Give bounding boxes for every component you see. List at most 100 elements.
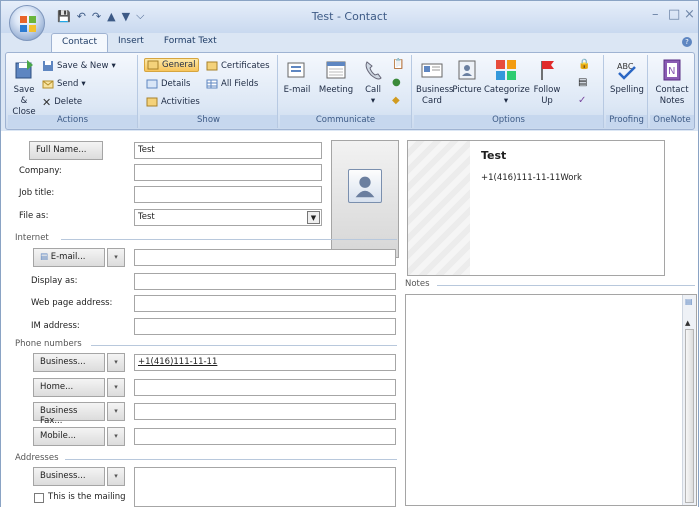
contact-form: Full Name... Test Company: Job title: Fi… bbox=[1, 131, 698, 507]
company-label: Company: bbox=[19, 166, 62, 176]
home-phone-button[interactable]: Home... bbox=[33, 378, 105, 397]
contact-notes-button[interactable]: N Contact Notes bbox=[652, 57, 692, 107]
details-button[interactable]: Details bbox=[146, 77, 190, 91]
contact-photo-icon bbox=[348, 169, 382, 203]
certificates-button[interactable]: Certificates bbox=[206, 59, 270, 73]
email-field[interactable] bbox=[134, 249, 396, 266]
chevron-down-icon: ▾ bbox=[111, 61, 116, 71]
full-name-button[interactable]: Full Name... bbox=[29, 141, 103, 160]
mailing-address-label: This is the mailing bbox=[48, 492, 126, 502]
email-label: E-mail bbox=[283, 85, 311, 95]
web-page-icon[interactable]: ● bbox=[392, 77, 401, 88]
delete-button[interactable]: ✕ Delete bbox=[42, 95, 82, 109]
send-icon bbox=[42, 80, 54, 89]
categorize-button[interactable]: Categorize ▾ bbox=[484, 57, 530, 107]
business-card-button[interactable]: Business Card bbox=[416, 57, 453, 107]
save-new-button[interactable]: Save & New ▾ bbox=[42, 59, 116, 73]
home-phone-field[interactable] bbox=[134, 379, 396, 396]
title-bar: 💾 ↶ ↷ ▲ ▼ ⌵ Test - Contact – □ × bbox=[1, 1, 698, 33]
scroll-thumb[interactable] bbox=[685, 329, 694, 503]
categorize-icon bbox=[496, 60, 516, 80]
display-as-field[interactable] bbox=[134, 273, 396, 290]
assign-task-icon[interactable]: 📋 bbox=[392, 59, 404, 70]
tab-contact[interactable]: Contact bbox=[51, 33, 109, 53]
send-label: Send bbox=[57, 79, 79, 89]
business-card-preview[interactable]: Test +1(416)111-11-11Work bbox=[407, 140, 665, 276]
contact-photo-button[interactable] bbox=[331, 140, 399, 258]
save-close-button[interactable]: Save & Close bbox=[10, 57, 38, 118]
spelling-button[interactable]: ABC Spelling bbox=[608, 57, 646, 96]
group-onenote: N Contact Notes OneNote bbox=[650, 55, 694, 128]
help-icon[interactable]: ? bbox=[682, 37, 692, 47]
meeting-icon bbox=[326, 61, 346, 79]
group-label-show: Show bbox=[140, 115, 277, 128]
business-fax-dropdown[interactable]: ▾ bbox=[107, 402, 125, 421]
picture-button[interactable]: Picture bbox=[452, 57, 482, 96]
save-new-icon bbox=[43, 61, 53, 71]
im-address-field[interactable] bbox=[134, 318, 396, 335]
full-name-field[interactable]: Test bbox=[134, 142, 322, 159]
spelling-icon: ABC bbox=[617, 62, 636, 80]
file-as-value: Test bbox=[138, 212, 155, 222]
call-button[interactable]: Call ▾ bbox=[360, 57, 386, 107]
svg-text:N: N bbox=[668, 66, 675, 77]
follow-up-button[interactable]: Follow Up bbox=[530, 57, 564, 107]
group-label-options: Options bbox=[414, 115, 603, 128]
ribbon-tabs: Contact Insert Format Text bbox=[51, 33, 227, 53]
minimize-icon[interactable]: – bbox=[652, 7, 659, 22]
scroll-up-icon[interactable]: ▲ bbox=[685, 319, 690, 327]
web-page-field[interactable] bbox=[134, 295, 396, 312]
meeting-button[interactable]: Meeting bbox=[316, 57, 356, 96]
business-phone-button[interactable]: Business... bbox=[33, 353, 105, 372]
address-book-icon[interactable]: ▤ bbox=[578, 77, 587, 88]
mobile-phone-button[interactable]: Mobile... bbox=[33, 427, 105, 446]
delete-label: Delete bbox=[54, 97, 83, 107]
private-lock-icon[interactable]: 🔒 bbox=[578, 59, 590, 70]
file-as-select[interactable]: Test ▼ bbox=[134, 209, 322, 226]
phone-icon bbox=[365, 61, 382, 80]
company-field[interactable] bbox=[134, 164, 322, 181]
home-phone-dropdown[interactable]: ▾ bbox=[107, 378, 125, 397]
tab-format-text[interactable]: Format Text bbox=[154, 33, 227, 53]
email-dropdown[interactable]: ▾ bbox=[107, 248, 125, 267]
picture-label: Picture bbox=[452, 85, 482, 95]
maximize-icon[interactable]: □ bbox=[668, 7, 680, 22]
business-fax-field[interactable] bbox=[134, 403, 396, 420]
divider bbox=[61, 239, 397, 240]
call-label: Call bbox=[365, 85, 381, 95]
notes-field[interactable]: ▤ ▲ bbox=[405, 294, 697, 506]
chevron-down-icon: ▾ bbox=[370, 96, 376, 106]
group-label-communicate: Communicate bbox=[280, 115, 411, 128]
email-button[interactable]: E-mail bbox=[282, 57, 312, 96]
divider bbox=[437, 285, 695, 286]
mailing-address-checkbox[interactable] bbox=[34, 493, 44, 503]
check-names-icon[interactable]: ✓ bbox=[578, 95, 586, 106]
business-phone-dropdown[interactable]: ▾ bbox=[107, 353, 125, 372]
addresses-section-label: Addresses bbox=[15, 453, 59, 463]
all-fields-button[interactable]: All Fields bbox=[206, 77, 258, 91]
chevron-down-icon: ▾ bbox=[503, 96, 509, 106]
card-phone: +1(416)111-11-11Work bbox=[481, 173, 582, 183]
email-select-button[interactable]: ▤ E-mail... bbox=[33, 248, 105, 267]
tab-insert[interactable]: Insert bbox=[108, 33, 154, 53]
chevron-down-icon[interactable]: ▼ bbox=[307, 211, 320, 224]
business-phone-field[interactable]: +1(416)111-11-11 bbox=[134, 354, 396, 371]
business-address-button[interactable]: Business... bbox=[33, 467, 105, 486]
business-address-dropdown[interactable]: ▾ bbox=[107, 467, 125, 486]
activities-button[interactable]: Activities bbox=[146, 95, 200, 109]
close-icon[interactable]: × bbox=[684, 7, 695, 22]
office-button[interactable] bbox=[9, 5, 45, 41]
group-label-proofing: Proofing bbox=[606, 115, 647, 128]
general-button[interactable]: General bbox=[144, 58, 199, 72]
mobile-phone-field[interactable] bbox=[134, 428, 396, 445]
onenote-icon: N bbox=[663, 59, 681, 81]
mobile-phone-dropdown[interactable]: ▾ bbox=[107, 427, 125, 446]
business-fax-button[interactable]: Business Fax... bbox=[33, 402, 105, 426]
send-button[interactable]: Send ▾ bbox=[42, 77, 86, 91]
notes-scrollbar[interactable]: ▤ ▲ bbox=[682, 295, 696, 505]
job-title-field[interactable] bbox=[134, 186, 322, 203]
group-options: Business Card Picture Categorize ▾ Follo… bbox=[414, 55, 604, 128]
business-address-field[interactable] bbox=[134, 467, 396, 507]
picture-icon bbox=[458, 60, 476, 80]
map-icon[interactable]: ◆ bbox=[392, 95, 400, 106]
